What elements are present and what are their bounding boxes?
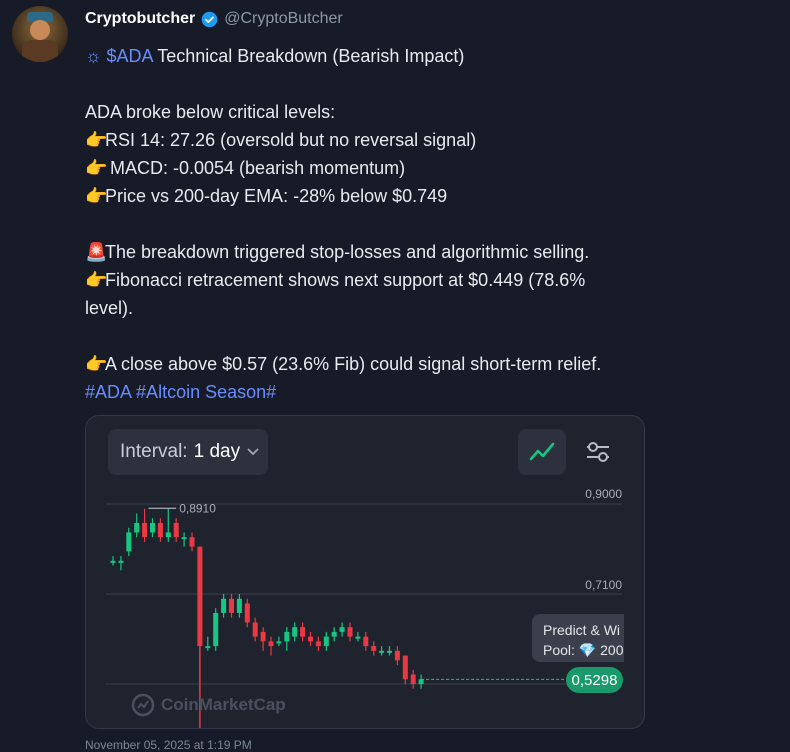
bullet-ema: 👉Price vs 200-day EMA: -28% below $0.749 xyxy=(85,182,645,210)
candle-body xyxy=(387,650,392,653)
candle-body xyxy=(300,627,306,637)
bullet-macd: 👉 MACD: -0.0054 (bearish momentum) xyxy=(85,154,645,182)
candle-body xyxy=(181,537,187,540)
candle-body xyxy=(134,522,140,533)
high-marker-label: 0,8910 xyxy=(179,501,216,515)
hashtags: #ADA #Altcoin Season# xyxy=(85,378,645,406)
candle-body xyxy=(157,522,163,538)
candle-body xyxy=(244,603,250,623)
candle-body xyxy=(339,627,345,632)
fib-line: 👉Fibonacci retracement shows next suppor… xyxy=(85,266,645,294)
candle-body xyxy=(189,537,195,547)
candle-body xyxy=(150,522,155,533)
post-title: ☼ $ADA Technical Breakdown (Bearish Impa… xyxy=(85,42,645,70)
pointing-hand-icon: 👉 xyxy=(85,186,108,206)
bullet-text: RSI 14: 27.26 (oversold but no reversal … xyxy=(105,130,477,150)
candle-body xyxy=(252,622,258,637)
sun-icon: ☼ xyxy=(85,46,102,66)
candle-body xyxy=(276,641,282,644)
intro-text: ADA broke below critical levels: xyxy=(85,102,336,122)
bullet-text: MACD: -0.0054 (bearish momentum) xyxy=(105,158,406,178)
watermark-text: CoinMarketCap xyxy=(161,695,286,714)
post-body: ☼ $ADA Technical Breakdown (Bearish Impa… xyxy=(85,42,645,406)
post-header: Cryptobutcher @CryptoButcher xyxy=(85,10,343,28)
candle-body xyxy=(418,679,424,684)
candle-body xyxy=(363,636,369,647)
candlestick-chart[interactable]: 0,8910 xyxy=(86,416,644,728)
hashtag-altcoin-season[interactable]: #Altcoin Season# xyxy=(136,382,276,402)
candle-body xyxy=(260,631,266,642)
candle-body xyxy=(347,627,353,637)
candle-body xyxy=(331,631,337,637)
grid-label-top: 0,9000 xyxy=(585,487,622,501)
candle-body xyxy=(142,522,148,538)
candle-body xyxy=(323,636,329,647)
post-timestamp: November 05, 2025 at 1:19 PM xyxy=(85,738,252,752)
siren-text: The breakdown triggered stop-losses and … xyxy=(105,242,590,262)
current-price-badge: 0,5298 xyxy=(566,667,623,693)
avatar-face xyxy=(30,20,50,40)
candle-body xyxy=(126,532,132,552)
siren-icon: 🚨 xyxy=(85,242,108,262)
author-name[interactable]: Cryptobutcher xyxy=(85,10,195,28)
predict-line1: Predict & Wi xyxy=(543,622,621,638)
chart-card[interactable]: Interval: 1 day 0,8910 0,9000 0,7100 Coi… xyxy=(85,415,645,729)
candle-body xyxy=(355,636,361,639)
grid-label-mid: 0,7100 xyxy=(585,578,622,592)
hashtag-ada[interactable]: #ADA xyxy=(85,382,131,402)
candle-body xyxy=(197,546,203,647)
avatar[interactable] xyxy=(12,6,68,62)
candle-body xyxy=(165,532,171,538)
predict-win-popup[interactable]: Predict & Wi Pool: 💎 200 xyxy=(532,614,624,662)
title-text: Technical Breakdown (Bearish Impact) xyxy=(152,46,465,66)
candle-body xyxy=(371,646,377,651)
candle-body xyxy=(205,646,211,649)
fib-text: Fibonacci retracement shows next support… xyxy=(105,270,586,290)
pointing-hand-icon: 👉 xyxy=(85,270,108,290)
bullet-rsi: 👉RSI 14: 27.26 (oversold but no reversal… xyxy=(85,126,645,154)
candle-body xyxy=(213,612,219,647)
predict-line2: Pool: 💎 200 xyxy=(543,642,624,658)
coinmarketcap-logo-icon xyxy=(131,693,155,717)
candle-body xyxy=(236,598,242,613)
candle-body xyxy=(315,641,321,647)
author-handle[interactable]: @CryptoButcher xyxy=(224,10,343,28)
bullet-text: Price vs 200-day EMA: -28% below $0.749 xyxy=(105,186,448,206)
candle-body xyxy=(268,641,274,647)
candle-body xyxy=(402,655,408,680)
avatar-body xyxy=(22,40,58,62)
candle-body xyxy=(173,522,179,538)
candle-body xyxy=(292,627,298,637)
candle-body xyxy=(394,650,400,661)
candle-body xyxy=(110,560,116,563)
siren-line: 🚨The breakdown triggered stop-losses and… xyxy=(85,238,645,266)
close-text: A close above $0.57 (23.6% Fib) could si… xyxy=(105,354,602,374)
fib-line-cont: level). xyxy=(85,298,134,318)
verified-badge-icon xyxy=(201,11,218,27)
candle-body xyxy=(308,636,313,642)
candle-body xyxy=(118,560,124,563)
pointing-hand-icon: 👉 xyxy=(85,354,108,374)
candle-body xyxy=(284,631,290,642)
pointing-hand-icon: 👉 xyxy=(85,130,108,150)
candle-body xyxy=(410,674,416,684)
candle-body xyxy=(379,650,385,653)
candle-body xyxy=(221,598,227,613)
close-line: 👉A close above $0.57 (23.6% Fib) could s… xyxy=(85,350,645,378)
coinmarketcap-watermark: CoinMarketCap xyxy=(131,693,286,717)
candle-body xyxy=(229,598,234,613)
ticker-link[interactable]: $ADA xyxy=(107,46,153,66)
pointing-hand-icon: 👉 xyxy=(85,158,108,178)
